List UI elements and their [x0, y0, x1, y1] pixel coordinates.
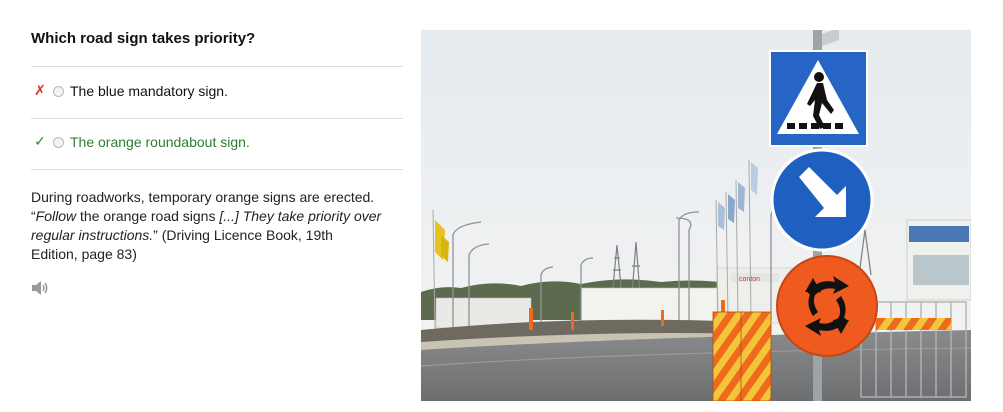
divider: [31, 66, 403, 67]
answer-option-2[interactable]: ✓ The orange roundabout sign.: [31, 127, 403, 157]
quote-text: the orange road signs: [76, 208, 220, 224]
radio-button[interactable]: [53, 136, 64, 148]
answer-option-1[interactable]: ✗ The blue mandatory sign.: [31, 76, 403, 106]
correct-check-icon: ✓: [34, 134, 46, 150]
explanation-text: During roadworks, temporary orange signs…: [31, 188, 383, 264]
quote-emphasis: Follow: [35, 208, 77, 224]
answer-option-label: The blue mandatory sign.: [70, 83, 228, 99]
radio-button[interactable]: [53, 85, 64, 97]
divider: [31, 169, 403, 170]
divider: [31, 118, 403, 119]
road-signs-photo: conton: [421, 30, 971, 401]
explanation-line: During roadworks, temporary orange signs…: [31, 189, 375, 205]
question-title: Which road sign takes priority?: [31, 30, 256, 47]
store-sign: conton: [739, 276, 760, 283]
photo-illustration: conton: [421, 30, 971, 401]
speaker-icon[interactable]: [31, 280, 49, 296]
wrong-mark-icon: ✗: [34, 83, 46, 99]
answer-option-label: The orange roundabout sign.: [70, 134, 250, 150]
